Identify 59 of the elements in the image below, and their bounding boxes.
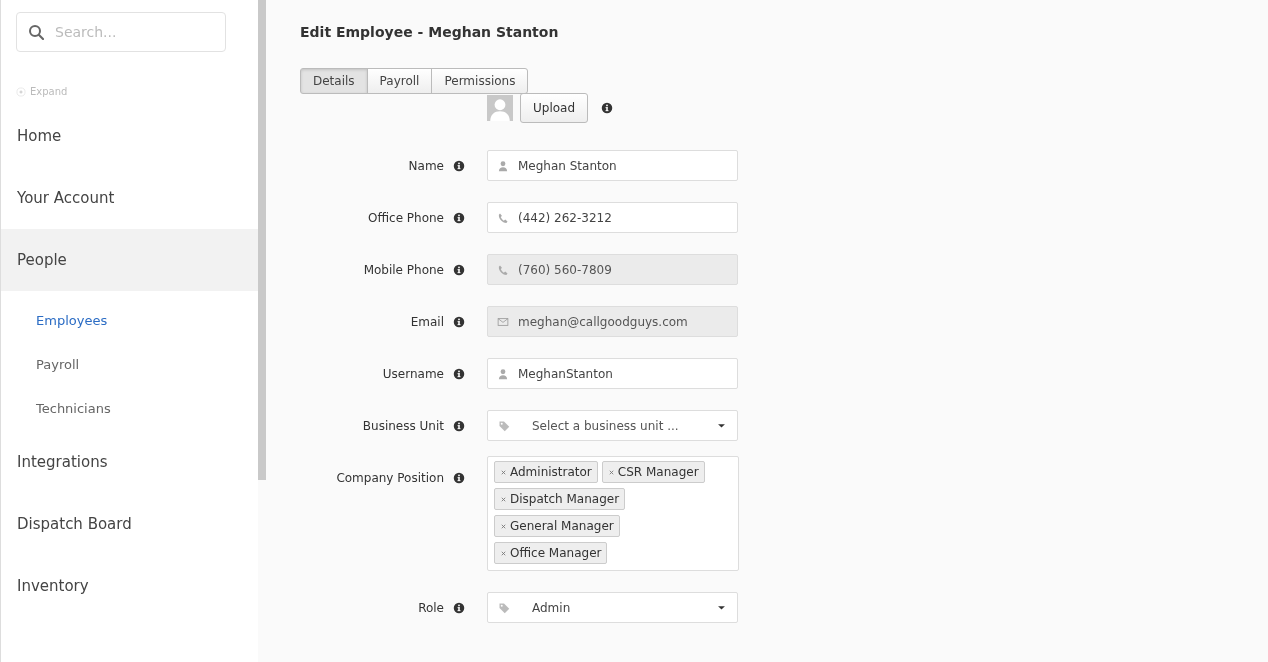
remove-icon — [500, 549, 507, 557]
upload-button[interactable]: Upload — [520, 92, 589, 123]
info-icon — [453, 419, 465, 432]
field-label: Business Unit — [362, 418, 444, 433]
tag-icon — [498, 419, 510, 432]
tab[interactable]: Details — [300, 68, 368, 94]
info-icon — [453, 471, 465, 484]
info-icon — [453, 601, 465, 614]
tag-chip[interactable]: CSR Manager — [601, 461, 705, 483]
tab[interactable]: Payroll — [366, 68, 433, 94]
user-icon — [497, 160, 509, 172]
phone-icon — [497, 264, 509, 276]
search-icon — [28, 24, 44, 40]
select-dropdown[interactable]: Select a business unit ... — [487, 410, 738, 441]
user-icon — [497, 368, 509, 380]
remove-icon — [607, 468, 615, 476]
scrollbar[interactable] — [258, 0, 266, 480]
field-label: Office Phone — [368, 210, 444, 225]
input-field[interactable]: Meghan Stanton — [487, 150, 738, 181]
input-field[interactable]: (442) 262-3212 — [487, 202, 738, 233]
tag-chip[interactable]: Office Manager — [494, 542, 608, 564]
field-label: Role — [418, 600, 444, 615]
remove-icon — [500, 522, 507, 530]
nav-item[interactable]: People — [1, 229, 258, 291]
tag-input-field[interactable]: Administrator CSR Manager Dispatch Manager General Manager Office Manager — [487, 456, 739, 571]
remove-icon — [500, 495, 507, 503]
page-title: Edit Employee - Meghan Stanton — [300, 24, 559, 40]
select-dropdown[interactable]: Admin — [487, 592, 738, 623]
info-icon — [453, 367, 465, 380]
field-label: Company Position — [336, 470, 444, 485]
nav-item[interactable]: Integrations — [1, 431, 258, 493]
tag-chip[interactable]: Dispatch Manager — [494, 488, 626, 510]
search-field[interactable]: Search... — [16, 12, 226, 52]
nav-subitem[interactable]: Technicians — [1, 387, 258, 431]
info-icon — [601, 101, 614, 114]
info-icon — [453, 211, 465, 224]
nav-item[interactable]: Home — [1, 105, 258, 167]
nav-item[interactable]: Your Account — [1, 167, 258, 229]
tag-chip[interactable]: Administrator — [494, 461, 598, 483]
remove-icon — [500, 468, 507, 476]
plus-icon — [16, 86, 26, 97]
info-icon — [453, 315, 465, 328]
info-icon — [453, 263, 465, 276]
field-label: Email — [410, 314, 444, 329]
avatar-icon — [487, 94, 513, 121]
field-label: Username — [382, 366, 444, 381]
tag-chip[interactable]: General Manager — [494, 515, 620, 537]
input-field[interactable]: MeghanStanton — [487, 358, 738, 389]
tag-icon — [498, 601, 510, 614]
phone-icon — [497, 212, 509, 224]
nav-item[interactable]: Inventory — [1, 555, 258, 617]
nav-item[interactable]: Dispatch Board — [1, 493, 258, 555]
field-label: Name — [408, 158, 444, 173]
nav-subitem[interactable]: Payroll — [1, 343, 258, 387]
tab[interactable]: Permissions — [431, 68, 529, 94]
nav-subitem[interactable]: Employees — [1, 299, 258, 343]
field-label: Mobile Phone — [363, 262, 444, 277]
envelope-icon — [497, 316, 509, 328]
info-icon — [453, 159, 465, 172]
